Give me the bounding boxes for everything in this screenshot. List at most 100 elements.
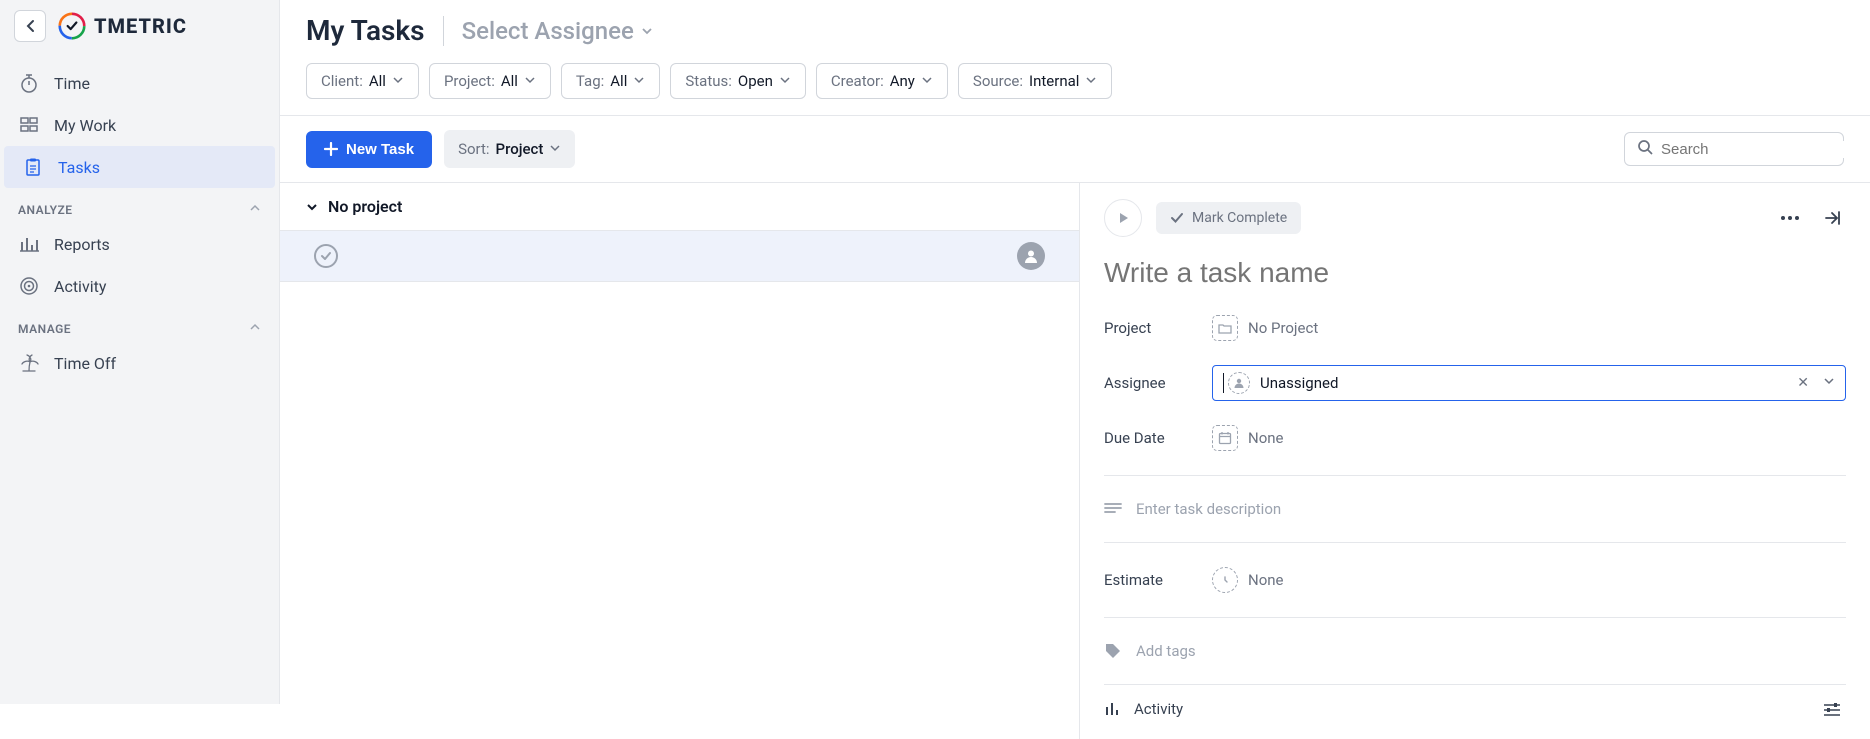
chevron-down-icon <box>633 72 645 90</box>
filter-label: Status: <box>685 72 732 90</box>
field-label: Estimate <box>1104 571 1194 589</box>
chevron-down-icon <box>640 24 654 38</box>
filter-value: Internal <box>1029 72 1079 90</box>
filter-source[interactable]: Source: Internal <box>958 63 1113 99</box>
task-row[interactable] <box>280 230 1079 282</box>
field-value-text: No Project <box>1248 319 1318 337</box>
toolbar: New Task Sort: Project <box>280 116 1870 183</box>
divider <box>1104 542 1846 543</box>
grid-icon <box>18 114 40 136</box>
paragraph-icon <box>1104 502 1122 516</box>
field-project[interactable]: Project No Project <box>1104 309 1846 347</box>
filter-label: Source: <box>973 72 1023 90</box>
activity-label: Activity <box>1134 700 1183 718</box>
sidebar-item-my-work[interactable]: My Work <box>0 104 279 146</box>
new-task-label: New Task <box>346 141 414 158</box>
chevron-down-icon <box>524 72 536 90</box>
filter-label: Creator: <box>831 72 884 90</box>
sidebar-item-activity[interactable]: Activity <box>0 265 279 307</box>
filter-value: Open <box>738 72 773 90</box>
new-task-button[interactable]: New Task <box>306 131 432 168</box>
back-button[interactable] <box>14 10 46 42</box>
tag-icon <box>1104 642 1122 660</box>
ellipsis-icon <box>1780 215 1800 221</box>
sort-label: Sort: <box>458 140 489 158</box>
chevron-down-icon <box>1085 72 1097 90</box>
chevron-down-icon <box>306 201 318 213</box>
description-input[interactable]: Enter task description <box>1104 494 1846 524</box>
plus-icon <box>324 142 338 156</box>
text-cursor <box>1223 373 1224 393</box>
play-icon <box>1116 211 1130 225</box>
page-header: My Tasks Select Assignee <box>280 0 1870 55</box>
activity-settings-button[interactable] <box>1818 695 1846 723</box>
mark-complete-label: Mark Complete <box>1192 210 1287 226</box>
filter-project[interactable]: Project: All <box>429 63 551 99</box>
sidebar-item-label: Time Off <box>54 354 116 373</box>
add-tags-button[interactable]: Add tags <box>1104 636 1846 666</box>
sidebar-section-analyze[interactable]: ANALYZE <box>0 188 279 223</box>
field-label: Assignee <box>1104 374 1194 392</box>
more-button[interactable] <box>1776 204 1804 232</box>
task-name-input[interactable] <box>1104 249 1846 297</box>
description-placeholder: Enter task description <box>1136 500 1281 518</box>
group-title: No project <box>328 197 402 216</box>
sidebar-item-label: Reports <box>54 235 110 254</box>
filter-creator[interactable]: Creator: Any <box>816 63 948 99</box>
search-input[interactable] <box>1661 141 1860 158</box>
sidebar-item-time[interactable]: Time <box>0 62 279 104</box>
field-label: Project <box>1104 319 1194 337</box>
check-circle-icon[interactable] <box>314 244 338 268</box>
collapse-detail-button[interactable] <box>1818 204 1846 232</box>
sidebar-section-manage[interactable]: MANAGE <box>0 307 279 342</box>
field-due-date[interactable]: Due Date None <box>1104 419 1846 457</box>
sort-value: Project <box>496 140 544 158</box>
calendar-icon <box>1212 425 1238 451</box>
search-icon <box>1637 139 1653 159</box>
sidebar-item-time-off[interactable]: Time Off <box>0 342 279 384</box>
person-icon <box>1228 372 1250 394</box>
check-icon <box>1170 211 1184 225</box>
clock-icon <box>1212 567 1238 593</box>
section-title: ANALYZE <box>18 203 72 217</box>
play-button[interactable] <box>1104 199 1142 237</box>
chevron-up-icon <box>249 321 261 336</box>
sidebar: TMETRIC Time My Work Tasks <box>0 0 280 704</box>
search-input-wrap[interactable] <box>1624 132 1844 166</box>
task-detail-pane: Mark Complete Project <box>1080 183 1870 739</box>
field-value-text: None <box>1248 429 1284 447</box>
folder-icon <box>1212 315 1238 341</box>
chevron-down-icon <box>392 72 404 90</box>
filter-tag[interactable]: Tag: All <box>561 63 660 99</box>
select-assignee-dropdown[interactable]: Select Assignee <box>462 17 654 45</box>
filter-value: All <box>610 72 627 90</box>
sidebar-item-label: Activity <box>54 277 106 296</box>
filter-client[interactable]: Client: All <box>306 63 419 99</box>
clear-button[interactable]: ✕ <box>1793 375 1813 391</box>
field-value-text: None <box>1248 571 1284 589</box>
mark-complete-button[interactable]: Mark Complete <box>1156 202 1301 234</box>
divider <box>1104 617 1846 618</box>
chevron-down-icon <box>921 72 933 90</box>
section-title: MANAGE <box>18 322 71 336</box>
sidebar-item-label: Time <box>54 74 90 93</box>
filter-value: All <box>501 72 518 90</box>
filter-label: Client: <box>321 72 363 90</box>
chevron-down-icon[interactable] <box>1823 375 1835 391</box>
filter-value: All <box>369 72 386 90</box>
assignee-combobox[interactable]: Unassigned ✕ <box>1212 365 1846 401</box>
filter-status[interactable]: Status: Open <box>670 63 806 99</box>
field-assignee: Assignee Unassigned ✕ <box>1104 359 1846 407</box>
add-tags-label: Add tags <box>1136 642 1196 660</box>
task-list-pane: No project <box>280 183 1080 739</box>
field-estimate[interactable]: Estimate None <box>1104 561 1846 599</box>
filter-label: Project: <box>444 72 495 90</box>
select-assignee-label: Select Assignee <box>462 17 634 45</box>
group-header[interactable]: No project <box>280 183 1079 230</box>
palm-tree-icon <box>18 352 40 374</box>
sidebar-item-tasks[interactable]: Tasks <box>4 146 275 188</box>
sort-dropdown[interactable]: Sort: Project <box>444 130 575 168</box>
logo[interactable]: TMETRIC <box>58 12 187 40</box>
sidebar-item-reports[interactable]: Reports <box>0 223 279 265</box>
collapse-right-icon <box>1823 209 1841 227</box>
